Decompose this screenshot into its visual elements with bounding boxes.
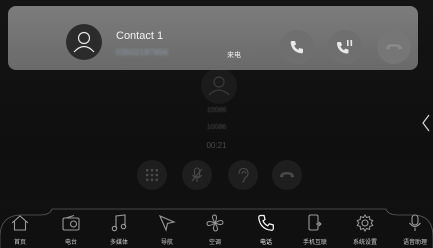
contact-number: 03502187856 [116, 48, 169, 57]
hang-up-icon [386, 44, 402, 50]
nav-item-navigation[interactable]: 导航 [144, 209, 190, 248]
caller-name: 10086 [206, 107, 227, 114]
nav-item-radio[interactable]: 电台 [48, 209, 94, 248]
phone-answer-icon [290, 41, 303, 54]
nav-item-home[interactable]: 首页 [0, 209, 43, 248]
nav-label: 电台 [64, 240, 77, 246]
nav-item-settings[interactable]: 系统设置 [342, 209, 388, 248]
mute-button[interactable] [182, 160, 212, 190]
music-icon [111, 212, 127, 234]
incoming-call-banner: Contact 1 03502187856 来电 [8, 6, 418, 70]
nav-label: 手机互联 [302, 240, 327, 246]
phone-icon [257, 212, 275, 234]
hang-up-icon [280, 172, 294, 178]
nav-label: 多媒体 [109, 240, 128, 246]
hang-up-button[interactable] [272, 160, 302, 190]
nav-label: 首页 [13, 240, 26, 246]
radio-icon [62, 212, 80, 234]
settings-icon [356, 212, 374, 234]
call-status: 来电 [227, 52, 241, 59]
caller-number: 10086 [206, 124, 227, 131]
nav-label: 空调 [208, 240, 221, 246]
nav-item-phone[interactable]: 电话 [243, 209, 289, 248]
phone-hold-icon [336, 40, 353, 54]
call-timer: 00:21 [206, 141, 227, 150]
fan-icon [206, 212, 224, 234]
nav-label: 语音助理 [402, 240, 427, 246]
keypad-button[interactable] [137, 160, 167, 190]
nav-label: 导航 [160, 240, 173, 246]
nav-label: 电话 [259, 240, 272, 246]
phone-call-screen: 10086 10086 00:21 Contact 1 03502187856 … [0, 0, 433, 248]
microphone-mute-icon [191, 167, 203, 182]
phone-link-icon [307, 212, 323, 234]
chevron-left-icon [422, 114, 430, 132]
nav-label: 系统设置 [352, 240, 377, 246]
nav-item-phone-link[interactable]: 手机互联 [292, 209, 338, 248]
person-icon [208, 76, 230, 96]
contact-avatar [66, 24, 102, 60]
reject-button[interactable] [377, 30, 411, 64]
ear-icon [238, 167, 249, 183]
contact-name: Contact 1 [116, 30, 164, 42]
handsfree-button[interactable] [228, 160, 258, 190]
nav-item-climate[interactable]: 空调 [192, 209, 238, 248]
nav-item-voice-assistant[interactable]: 语音助理 [392, 209, 433, 248]
answer-button[interactable] [280, 30, 314, 64]
bottom-navigation-bar: 首页 电台 多媒体 导航 空调 电话 手机互联 系统设置 语音助理 [0, 207, 433, 248]
microphone-icon [407, 212, 423, 234]
home-icon [11, 212, 29, 234]
keypad-icon [146, 169, 158, 181]
side-panel-handle[interactable] [419, 112, 433, 134]
nav-item-media[interactable]: 多媒体 [96, 209, 142, 248]
answer-and-hold-button[interactable] [328, 30, 362, 64]
navigation-icon [158, 212, 176, 234]
person-icon [73, 31, 95, 53]
caller-avatar [201, 68, 237, 104]
